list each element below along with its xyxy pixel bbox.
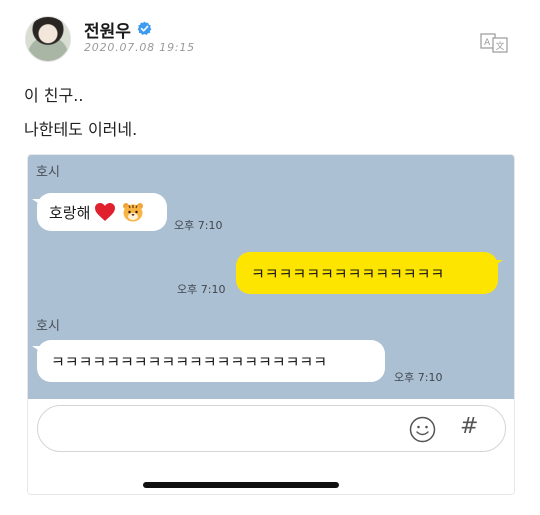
author-name[interactable]: 전원우 [84, 17, 131, 42]
message-input[interactable]: # [37, 405, 506, 452]
sender-name: 호시 [36, 319, 60, 334]
incoming-message-bubble: 호랑해 [32, 193, 167, 231]
message-text: 호랑해 [49, 203, 91, 222]
smiley-icon[interactable] [409, 416, 436, 443]
chat-area: 호시 호랑해 오후 7:10 ㅋㅋㅋㅋㅋㅋㅋㅋㅋㅋㅋㅋㅋㅋ 오후 7:10 호시 [28, 155, 514, 399]
post-timestamp: 2020.07.08 19:15 [84, 41, 195, 54]
message-input-bar: # [28, 399, 514, 494]
svg-text:A: A [484, 38, 491, 48]
svg-text:文: 文 [496, 40, 505, 52]
message-time: 오후 7:10 [394, 371, 443, 384]
message-text: ㅋㅋㅋㅋㅋㅋㅋㅋㅋㅋㅋㅋㅋㅋ [251, 264, 445, 283]
heart-emoji [95, 203, 116, 221]
tiger-emoji [123, 203, 144, 222]
hashtag-button[interactable]: # [460, 414, 478, 439]
home-indicator[interactable] [143, 482, 339, 488]
message-time: 오후 7:10 [177, 283, 226, 296]
verified-badge-icon [137, 21, 152, 35]
sender-name: 호시 [36, 165, 60, 180]
post-text-line: 나한테도 이러네. [24, 120, 138, 139]
avatar[interactable] [25, 16, 71, 62]
outgoing-message-bubble: ㅋㅋㅋㅋㅋㅋㅋㅋㅋㅋㅋㅋㅋㅋ [236, 252, 503, 294]
message-time: 오후 7:10 [174, 219, 223, 232]
incoming-message-bubble: ㅋㅋㅋㅋㅋㅋㅋㅋㅋㅋㅋㅋㅋㅋㅋㅋㅋㅋㅋㅋ [32, 340, 385, 382]
post-text-line: 이 친구.. [24, 86, 84, 105]
translate-icon[interactable]: A 文 [480, 32, 508, 54]
message-text: ㅋㅋㅋㅋㅋㅋㅋㅋㅋㅋㅋㅋㅋㅋㅋㅋㅋㅋㅋㅋ [51, 352, 328, 371]
post-header: 전원우 2020.07.08 19:15 A 文 [22, 16, 522, 64]
chat-screenshot[interactable]: 호시 호랑해 오후 7:10 ㅋㅋㅋㅋㅋㅋㅋㅋㅋㅋㅋㅋㅋㅋ 오후 7:10 호시 [27, 154, 515, 495]
